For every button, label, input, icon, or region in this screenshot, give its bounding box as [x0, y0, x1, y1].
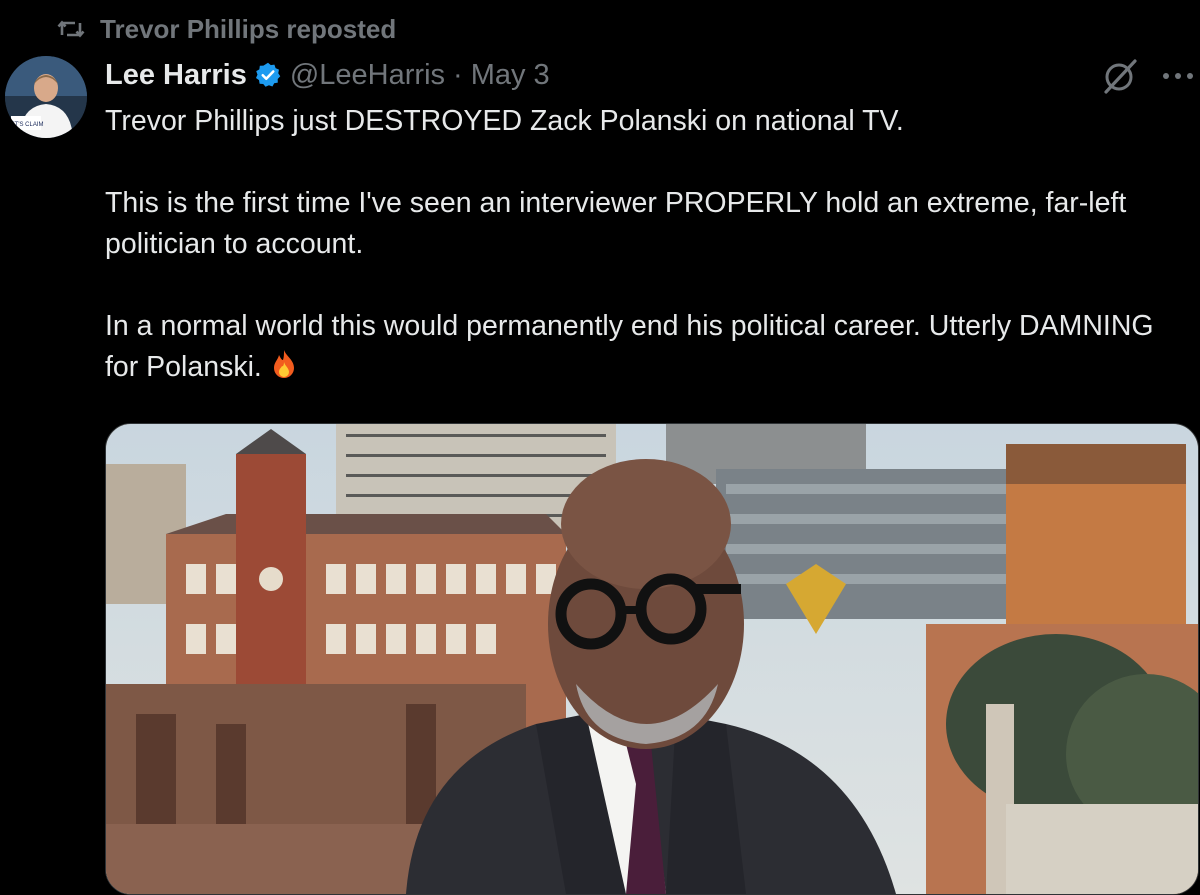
author-name[interactable]: Lee Harris [105, 59, 247, 92]
author-handle[interactable]: @LeeHarris [290, 59, 445, 92]
interview-photo [106, 424, 1198, 894]
fire-emoji-icon [268, 348, 300, 380]
separator-dot: · [453, 58, 463, 91]
avatar-badge-text: IT'S CLAIM [13, 122, 43, 128]
verified-badge-icon[interactable] [254, 61, 282, 89]
more-options-icon[interactable] [1158, 54, 1198, 98]
avatar[interactable]: IT'S CLAIM [5, 56, 87, 138]
tweet-paragraph-3-wrap: In a normal world this would permanently… [105, 306, 1185, 388]
tweet-paragraph-3: In a normal world this would permanently… [105, 310, 1154, 383]
tweet-paragraph-2: This is the first time I've seen an inte… [105, 187, 1127, 260]
repost-icon [56, 14, 86, 44]
tweet-paragraph-1: Trevor Phillips just DESTROYED Zack Pola… [105, 105, 904, 137]
tweet-header: Lee Harris @LeeHarris · May 3 [105, 56, 550, 94]
repost-label[interactable]: Trevor Phillips reposted [100, 14, 396, 45]
repost-header[interactable]: Trevor Phillips reposted [56, 12, 396, 46]
post-date[interactable]: May 3 [471, 59, 550, 92]
grok-icon[interactable] [1098, 54, 1142, 98]
tweet-media[interactable] [105, 423, 1199, 895]
tweet-text: Trevor Phillips just DESTROYED Zack Pola… [105, 101, 1185, 388]
